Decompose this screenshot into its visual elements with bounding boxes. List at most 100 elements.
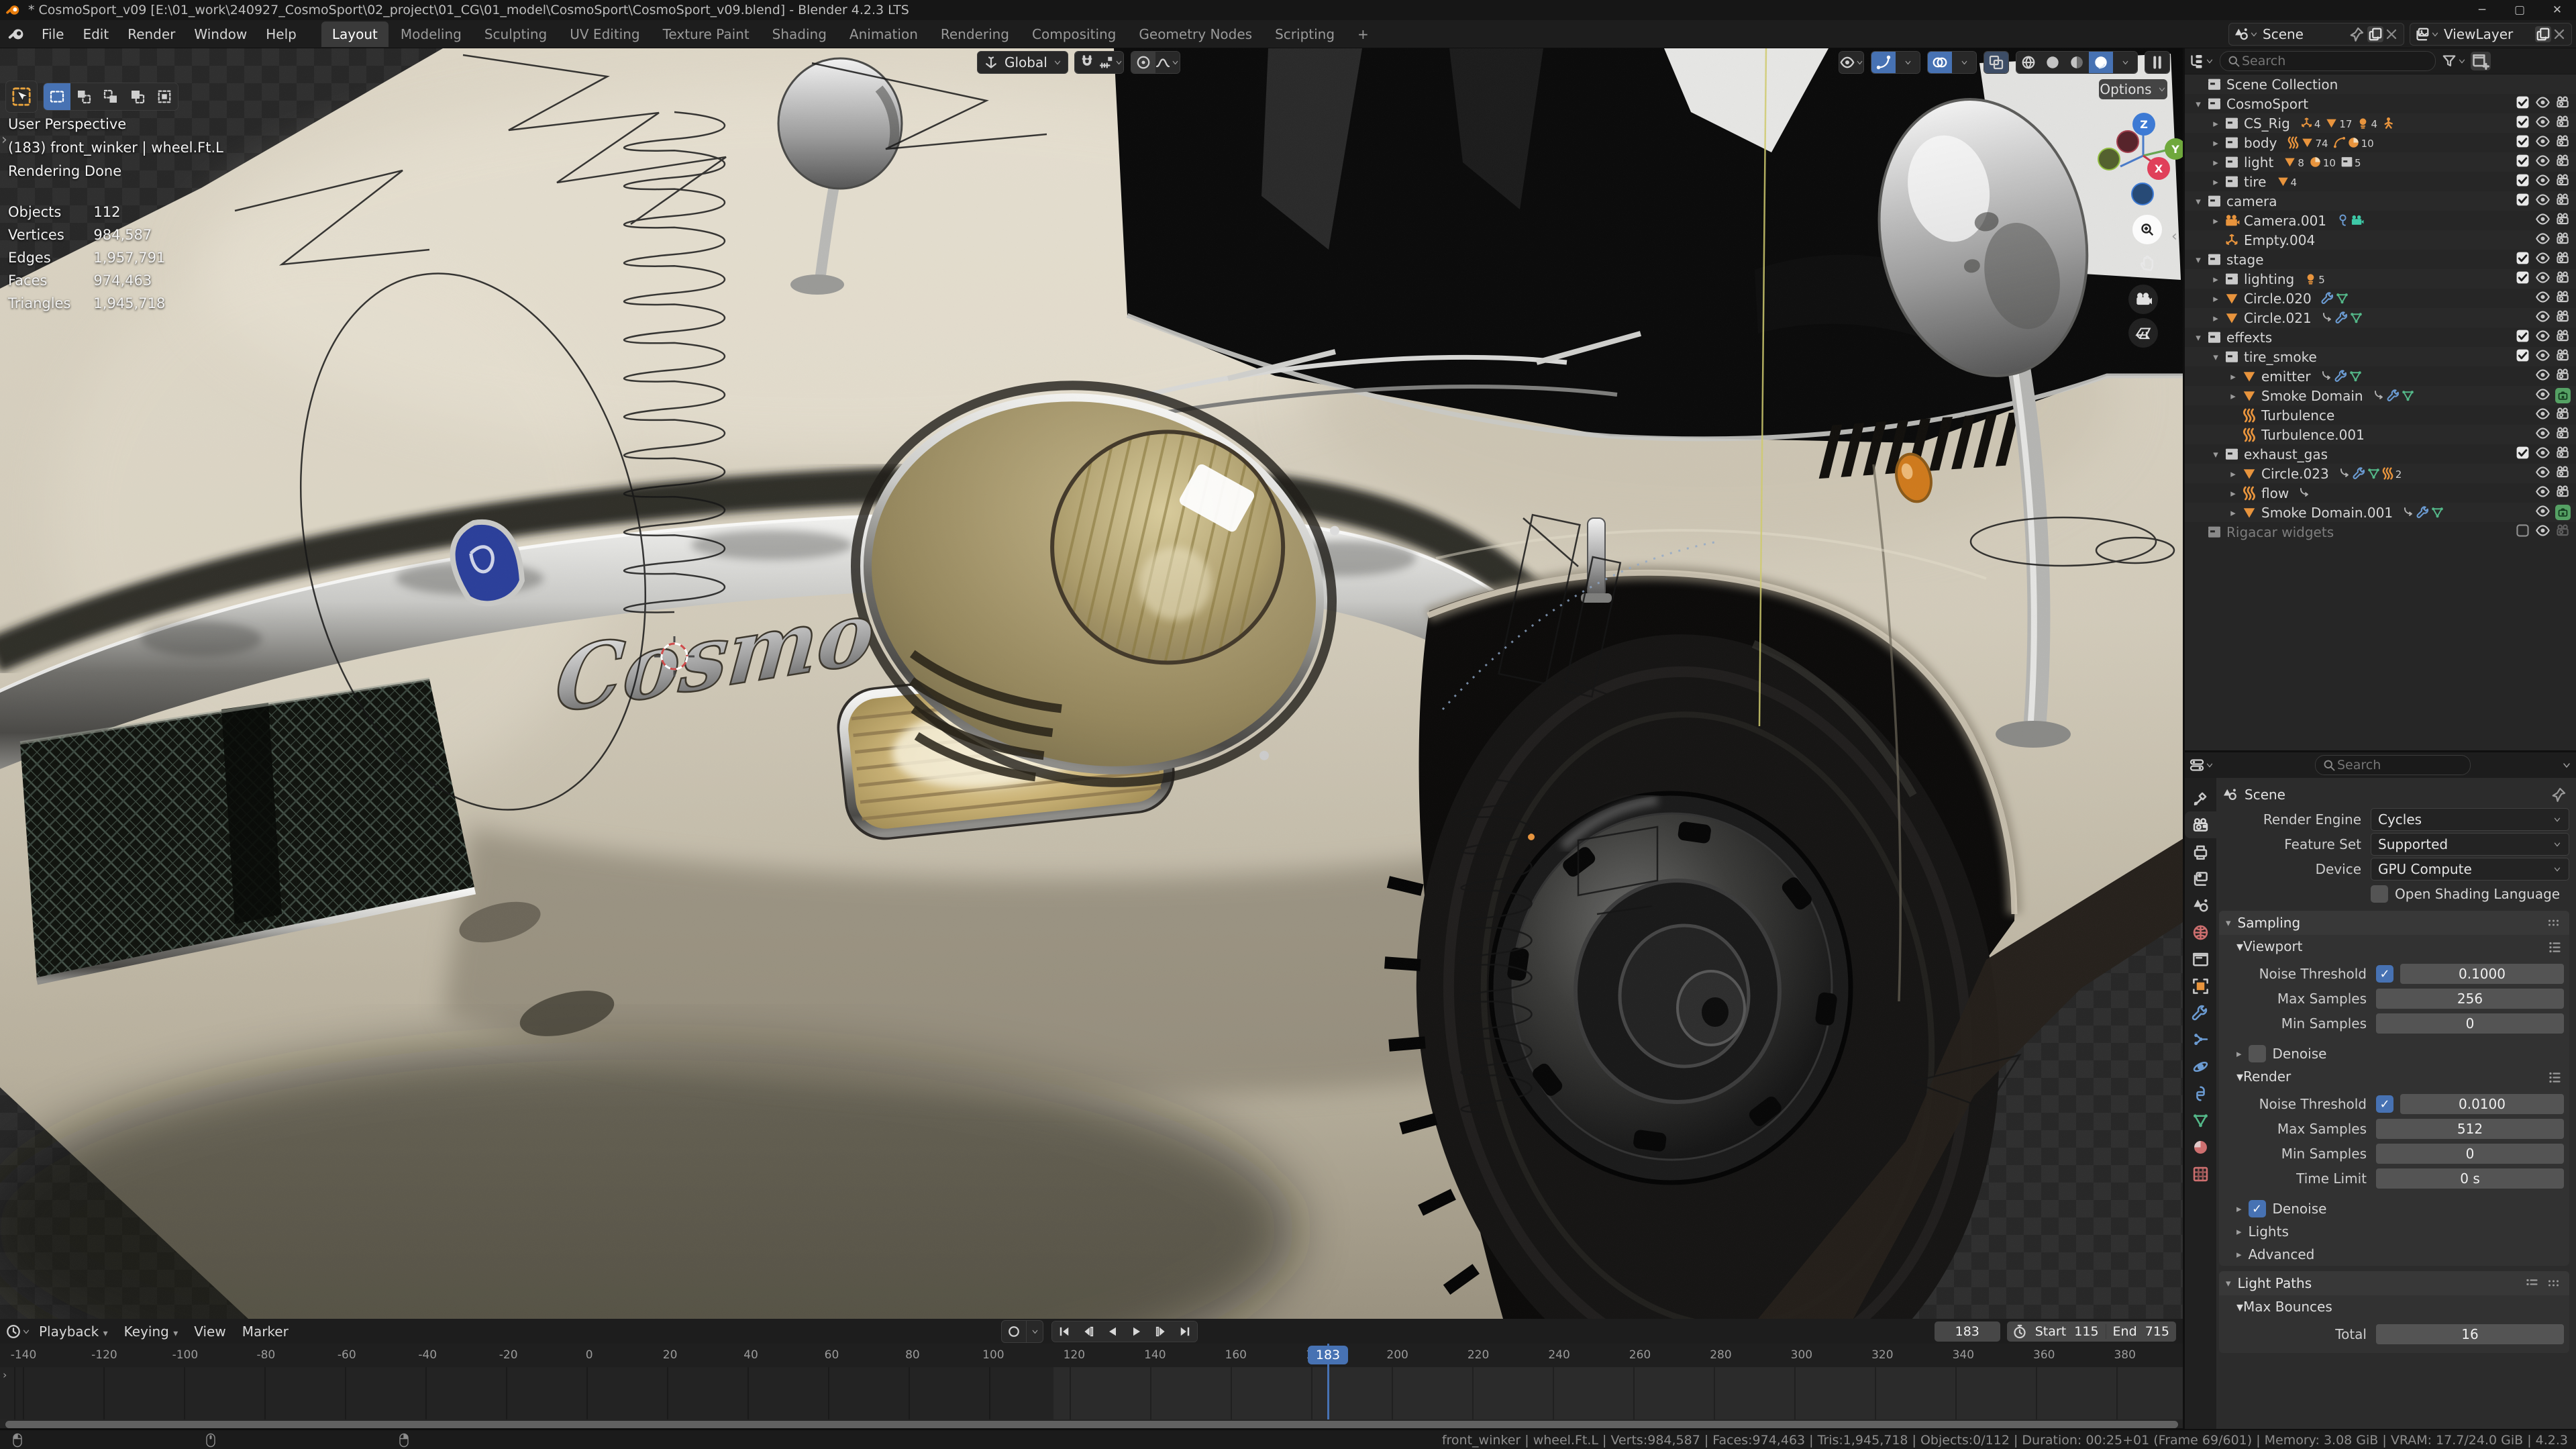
workspace-tab-shading[interactable]: Shading <box>762 21 837 47</box>
properties-tab-physics[interactable] <box>2185 1053 2216 1080</box>
exclude-checkbox[interactable] <box>2515 114 2530 133</box>
outliner-row-smoke-domain[interactable]: ▸Smoke Domain <box>2185 386 2576 405</box>
hide-in-viewport-toggle[interactable] <box>2535 192 2551 211</box>
outliner-row-exhaust-gas[interactable]: ▾exhaust_gas <box>2185 444 2576 464</box>
properties-tab-view-layer[interactable] <box>2185 865 2216 892</box>
keying-dropdown-icon[interactable] <box>1027 1320 1043 1343</box>
timeline-menu-view[interactable]: View <box>186 1320 234 1343</box>
workspace-tab-sculpting[interactable]: Sculpting <box>474 21 558 47</box>
orthographic-toggle-button[interactable] <box>2128 318 2158 348</box>
shading-rendered-icon[interactable] <box>2089 52 2113 73</box>
hide-in-viewport-toggle[interactable] <box>2535 172 2551 191</box>
proportional-editing-icon[interactable] <box>1131 52 1155 73</box>
hide-in-viewport-toggle[interactable] <box>2535 406 2551 425</box>
properties-tab-tool[interactable] <box>2185 785 2216 811</box>
drag-grid-icon[interactable] <box>2546 1275 2563 1291</box>
outliner-row-tire-smoke[interactable]: ▾tire_smoke <box>2185 347 2576 366</box>
outliner-row-scene-collection[interactable]: Scene Collection <box>2185 74 2576 94</box>
next-keyframe-button[interactable] <box>1149 1321 1173 1342</box>
exclude-checkbox[interactable] <box>2515 523 2530 542</box>
exclude-checkbox[interactable] <box>2515 153 2530 172</box>
outliner-row-circle-021[interactable]: ▸Circle.021 <box>2185 308 2576 328</box>
properties-tab-collection[interactable] <box>2185 946 2216 972</box>
collapse-icon[interactable]: ▾ <box>2190 332 2206 344</box>
outliner-search[interactable] <box>2220 51 2436 71</box>
render-sampling-header[interactable]: ▾Render <box>2219 1065 2569 1088</box>
disable-in-renders-toggle[interactable] <box>2555 367 2571 386</box>
select-box-icon[interactable] <box>44 83 70 110</box>
prop-dropdown[interactable]: Supported <box>2371 833 2569 856</box>
viewport-3d[interactable]: Cosmo <box>0 48 2183 1319</box>
hide-in-viewport-toggle[interactable] <box>2535 309 2551 328</box>
gizmo-y-axis[interactable]: Y <box>2165 138 2183 160</box>
pan-hand-button[interactable] <box>2132 248 2162 278</box>
prop-value-field[interactable]: 0 <box>2376 1013 2564 1034</box>
sampling-panel-header[interactable]: ▾Sampling <box>2219 911 2569 935</box>
add-workspace-button[interactable]: + <box>1347 21 1380 47</box>
outliner-row-rigacar-widgets[interactable]: Rigacar widgets <box>2185 522 2576 542</box>
properties-editor-icon[interactable] <box>2189 757 2205 773</box>
hide-in-viewport-toggle[interactable] <box>2535 464 2551 483</box>
collapse-icon[interactable]: ▾ <box>2208 448 2224 460</box>
properties-tab-texture[interactable] <box>2185 1160 2216 1187</box>
disable-in-renders-toggle[interactable] <box>2555 309 2571 328</box>
visibility-dropdown[interactable] <box>1839 51 1864 74</box>
shading-dropdown-icon[interactable] <box>2113 52 2137 73</box>
preset-icon[interactable] <box>2546 938 2563 954</box>
start-frame-field[interactable]: Start 115 <box>2028 1324 2106 1339</box>
menu-help[interactable]: Help <box>256 22 306 46</box>
expand-icon[interactable]: ▸ <box>2208 156 2224 168</box>
expand-icon[interactable]: ▸ <box>2208 176 2224 188</box>
disable-in-renders-toggle[interactable] <box>2555 484 2571 503</box>
outliner-row-flow[interactable]: ▸flow <box>2185 483 2576 503</box>
disable-in-renders-toggle[interactable] <box>2555 172 2571 191</box>
disable-in-renders-toggle[interactable] <box>2555 445 2571 464</box>
hide-in-viewport-toggle[interactable] <box>2535 484 2551 503</box>
toolbar-expand-arrow[interactable]: › <box>1 132 7 148</box>
denoise-checkbox[interactable]: ✓ <box>2249 1200 2266 1217</box>
viewport-sampling-header[interactable]: ▾Viewport <box>2219 935 2569 958</box>
preset-icon[interactable] <box>2546 1068 2563 1085</box>
shading-material-icon[interactable] <box>2065 52 2089 73</box>
outliner-row-cosmosport[interactable]: ▾CosmoSport <box>2185 94 2576 113</box>
hide-in-viewport-toggle[interactable] <box>2535 289 2551 308</box>
shading-wireframe-icon[interactable] <box>2016 52 2041 73</box>
prop-value-field[interactable]: 0.0100 <box>2400 1094 2564 1114</box>
outliner-row-smoke-domain-001[interactable]: ▸Smoke Domain.001 <box>2185 503 2576 522</box>
timeline-channels[interactable]: › <box>0 1367 2183 1419</box>
outliner-row-empty-004[interactable]: Empty.004 <box>2185 230 2576 250</box>
properties-tab-object[interactable] <box>2185 972 2216 999</box>
expand-icon[interactable]: ▸ <box>2208 273 2224 285</box>
collapsed-panel-lights[interactable]: ▸Lights <box>2219 1220 2569 1243</box>
gizmo-dropdown-icon[interactable] <box>1896 52 1920 73</box>
prop-value-field[interactable]: 0 s <box>2376 1168 2564 1189</box>
select-extend-icon[interactable] <box>70 83 97 110</box>
viewport-sampling-denoise-row[interactable]: ▸Denoise <box>2219 1042 2569 1065</box>
exclude-checkbox[interactable] <box>2515 348 2530 366</box>
disable-in-renders-toggle[interactable] <box>2555 114 2571 133</box>
hide-in-viewport-toggle[interactable] <box>2535 523 2551 542</box>
properties-tab-render[interactable] <box>2185 811 2216 838</box>
disable-in-renders-toggle[interactable] <box>2555 328 2571 347</box>
outliner-row-cs-rig[interactable]: ▸CS_Rig4174 <box>2185 113 2576 133</box>
orientation-dropdown[interactable]: Global <box>977 51 1068 74</box>
outliner-row-emitter[interactable]: ▸emitter <box>2185 366 2576 386</box>
snap-target-icon[interactable] <box>1099 52 1123 73</box>
workspace-tab-geometry-nodes[interactable]: Geometry Nodes <box>1128 21 1263 47</box>
disable-in-renders-toggle[interactable] <box>2555 192 2571 211</box>
timeline-scrollbar[interactable] <box>5 1421 2178 1428</box>
auto-keying-icon[interactable] <box>1001 1320 1027 1343</box>
new-scene-icon[interactable] <box>2367 26 2383 42</box>
workspace-tab-uv-editing[interactable]: UV Editing <box>559 21 650 47</box>
exclude-checkbox[interactable] <box>2515 445 2530 464</box>
disable-in-renders-toggle[interactable] <box>2555 505 2571 520</box>
channel-expand-arrow[interactable]: › <box>3 1368 7 1381</box>
expand-icon[interactable]: ▸ <box>2225 468 2241 480</box>
close-button[interactable]: ✕ <box>2538 0 2576 20</box>
outliner-row-effexts[interactable]: ▾effexts <box>2185 328 2576 347</box>
menu-render[interactable]: Render <box>118 22 185 46</box>
properties-tab-constraints[interactable] <box>2185 1080 2216 1107</box>
timeline-ruler[interactable]: -140-120-100-80-60-40-200204060801001201… <box>0 1344 2183 1367</box>
workspace-tab-rendering[interactable]: Rendering <box>930 21 1020 47</box>
workspace-tab-texture-paint[interactable]: Texture Paint <box>652 21 760 47</box>
